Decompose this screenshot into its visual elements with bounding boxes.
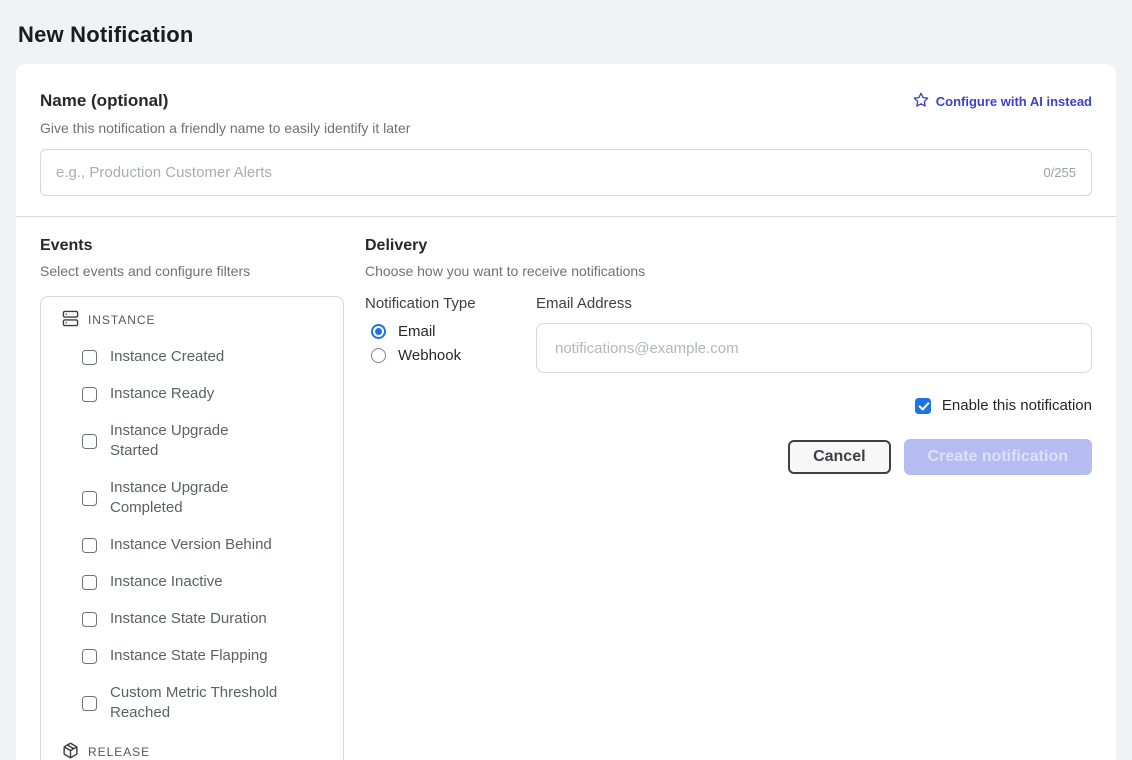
webhook-radio-label: Webhook — [398, 347, 461, 364]
event-label: Instance Upgrade Started — [110, 421, 280, 461]
event-checkbox[interactable] — [82, 575, 97, 590]
event-label: Instance Created — [110, 347, 224, 367]
event-label: Instance State Duration — [110, 609, 267, 629]
event-row[interactable]: Instance Upgrade Started — [55, 421, 329, 461]
email-address-group: Email Address — [536, 295, 1092, 373]
notification-type-group: Notification Type Email Webhook — [365, 295, 536, 373]
name-section-header: Name (optional) Configure with AI instea… — [40, 91, 1092, 111]
enable-notification-row[interactable]: Enable this notification — [365, 397, 1092, 414]
form-actions: Cancel Create notification — [365, 439, 1092, 475]
name-section-description: Give this notification a friendly name t… — [40, 120, 1092, 136]
name-input-wrap: 0/255 — [40, 149, 1092, 196]
event-row[interactable]: Instance State Flapping — [55, 646, 329, 666]
webhook-radio[interactable] — [371, 348, 386, 363]
configure-with-ai-link[interactable]: Configure with AI instead — [913, 92, 1092, 111]
event-checkbox[interactable] — [82, 387, 97, 402]
configure-with-ai-label: Configure with AI instead — [936, 94, 1092, 109]
delivery-heading: Delivery — [365, 237, 1092, 255]
server-icon — [62, 310, 79, 330]
enable-notification-label: Enable this notification — [942, 397, 1092, 414]
event-checkbox[interactable] — [82, 538, 97, 553]
email-radio-label: Email — [398, 323, 436, 340]
event-row[interactable]: Instance Inactive — [55, 572, 329, 592]
email-radio[interactable] — [371, 324, 386, 339]
package-icon — [62, 742, 79, 760]
cancel-button[interactable]: Cancel — [788, 440, 890, 474]
radio-row-webhook[interactable]: Webhook — [365, 347, 536, 364]
event-row[interactable]: Instance Ready — [55, 384, 329, 404]
delivery-description: Choose how you want to receive notificat… — [365, 263, 1092, 279]
event-label: Instance Inactive — [110, 572, 223, 592]
delivery-column: Delivery Choose how you want to receive … — [365, 237, 1092, 760]
events-column: Events Select events and configure filte… — [40, 237, 344, 760]
create-notification-button[interactable]: Create notification — [904, 439, 1092, 475]
event-label: Instance Ready — [110, 384, 214, 404]
enable-notification-checkbox[interactable] — [915, 398, 931, 414]
event-row[interactable]: Instance Version Behind — [55, 535, 329, 555]
event-checkbox[interactable] — [82, 696, 97, 711]
name-input[interactable] — [56, 164, 1031, 181]
events-panel: INSTANCE Instance Created Instance Ready… — [40, 296, 344, 760]
events-description: Select events and configure filters — [40, 263, 344, 279]
event-checkbox[interactable] — [82, 612, 97, 627]
event-label: Instance Upgrade Completed — [110, 478, 280, 518]
event-checkbox[interactable] — [82, 434, 97, 449]
event-label: Custom Metric Threshold Reached — [110, 683, 280, 723]
new-notification-card: Name (optional) Configure with AI instea… — [16, 64, 1116, 760]
events-heading: Events — [40, 237, 344, 255]
name-section-heading: Name (optional) — [40, 91, 168, 111]
delivery-fields: Notification Type Email Webhook Email Ad… — [365, 295, 1092, 373]
event-row[interactable]: Custom Metric Threshold Reached — [55, 683, 329, 723]
event-checkbox[interactable] — [82, 350, 97, 365]
event-group-instance: INSTANCE — [55, 310, 329, 330]
radio-row-email[interactable]: Email — [365, 323, 536, 340]
email-address-input[interactable] — [555, 340, 1073, 357]
event-row[interactable]: Instance State Duration — [55, 609, 329, 629]
notification-type-label: Notification Type — [365, 295, 536, 312]
event-label: Instance State Flapping — [110, 646, 268, 666]
event-row[interactable]: Instance Upgrade Completed — [55, 478, 329, 518]
event-checkbox[interactable] — [82, 649, 97, 664]
email-address-label: Email Address — [536, 295, 1092, 312]
event-group-label: RELEASE — [88, 745, 150, 759]
email-input-wrap — [536, 323, 1092, 373]
event-row[interactable]: Instance Created — [55, 347, 329, 367]
new-notification-page: New Notification Name (optional) Configu… — [0, 0, 1132, 760]
char-counter: 0/255 — [1043, 165, 1076, 180]
event-group-label: INSTANCE — [88, 313, 155, 327]
page-title: New Notification — [16, 0, 1116, 64]
events-delivery-columns: Events Select events and configure filte… — [40, 217, 1092, 760]
event-label: Instance Version Behind — [110, 535, 272, 555]
event-checkbox[interactable] — [82, 491, 97, 506]
star-icon — [913, 92, 929, 111]
event-group-release: RELEASE — [55, 742, 329, 760]
